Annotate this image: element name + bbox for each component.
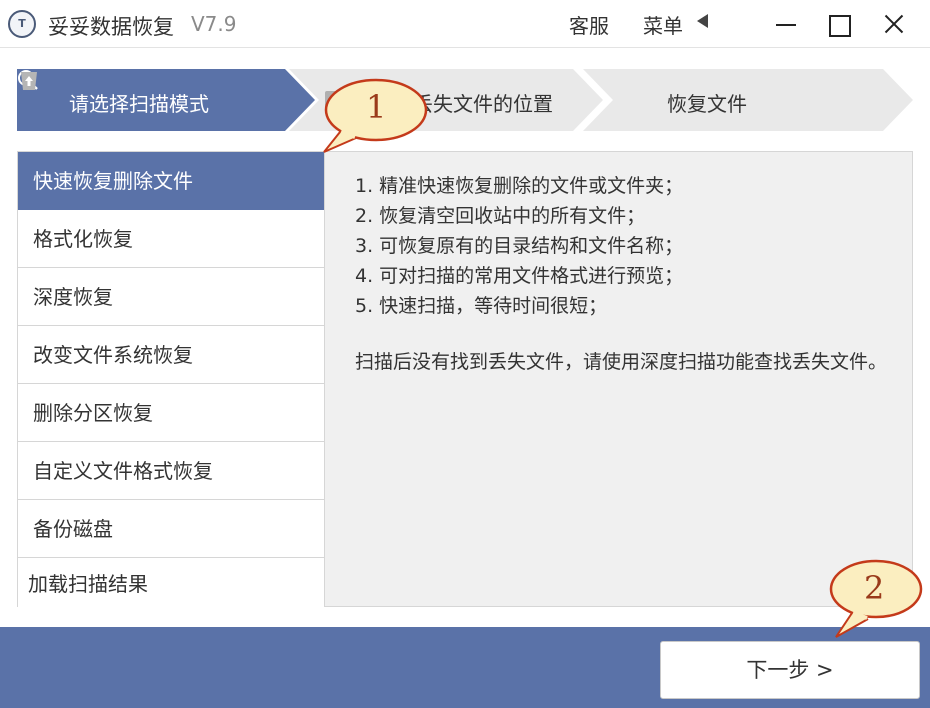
description-line: 5. 快速扫描，等待时间很短； [355,295,608,317]
customer-service-button[interactable]: 客服 [569,10,609,39]
title-bar: T 妥妥数据恢复 V7.9 客服 菜单 [0,0,930,48]
app-logo-text: T [18,17,26,30]
description-note: 扫描后没有找到丢失文件，请使用深度扫描功能查找丢失文件。 [355,351,888,373]
menu-arrow-icon[interactable] [697,14,708,28]
maximize-button[interactable] [822,8,854,40]
mode-filesystem-change-recover[interactable]: 改变文件系统恢复 [18,326,324,384]
description-line: 4. 可对扫描的常用文件格式进行预览； [355,265,684,287]
description-line: 3. 可恢复原有的目录结构和文件名称； [355,235,684,257]
app-title: 妥妥数据恢复 [48,15,174,39]
step1-label: 请选择扫描模式 [69,92,209,116]
minimize-button[interactable] [770,8,802,40]
next-step-button[interactable]: 下一步 > [660,641,920,699]
step3-label: 恢复文件 [667,92,747,116]
description-line: 2. 恢复清空回收站中的所有文件； [355,205,646,227]
mode-backup-disk[interactable]: 备份磁盘 [18,500,324,558]
mode-deep-recover[interactable]: 深度恢复 [18,268,324,326]
mode-deleted-partition-recover[interactable]: 删除分区恢复 [18,384,324,442]
callout-2-number: 2 [864,569,885,607]
app-logo-icon: T [8,10,36,38]
mode-quick-recover-deleted[interactable]: 快速恢复删除文件 [18,152,324,210]
description-line: 1. 精准快速恢复删除的文件或文件夹； [355,175,684,197]
mode-load-scan-results[interactable]: 加载扫描结果 [18,558,324,616]
step2-label: 丢失文件的位置 [413,92,553,116]
step-progress-bar: 请选择扫描模式 丢失文件的位置 恢复文件 [17,69,913,131]
mode-description-panel: 1. 精准快速恢复删除的文件或文件夹； 2. 恢复清空回收站中的所有文件； 3.… [325,151,913,607]
mode-custom-format-recover[interactable]: 自定义文件格式恢复 [18,442,324,500]
callout-1-number: 1 [366,88,387,126]
scan-mode-list: 快速恢复删除文件 格式化恢复 深度恢复 改变文件系统恢复 删除分区恢复 自定义文… [17,151,325,616]
close-button[interactable] [878,8,910,40]
mode-format-recover[interactable]: 格式化恢复 [18,210,324,268]
menu-button[interactable]: 菜单 [643,10,683,39]
recover-icon [21,72,37,90]
app-version: V7.9 [191,12,237,36]
